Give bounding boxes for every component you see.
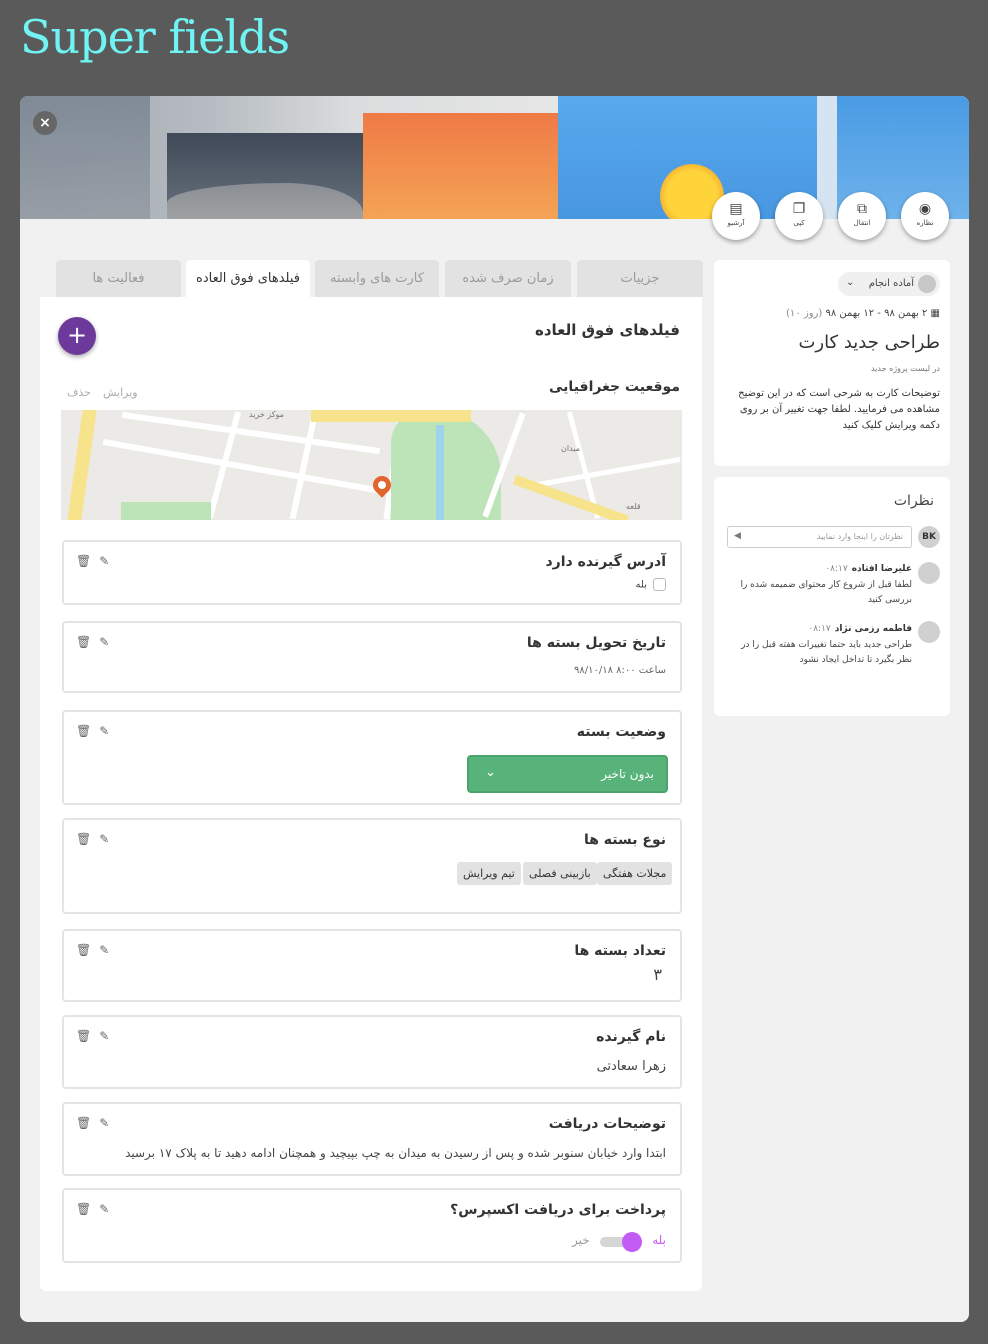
- trash-icon[interactable]: 🗑: [76, 1029, 91, 1043]
- panel-title: فیلدهای فوق العاده: [534, 321, 680, 339]
- trash-icon[interactable]: 🗑: [76, 554, 91, 568]
- tab-related-cards[interactable]: کارت های وابسته: [315, 260, 439, 297]
- field-package-types: نوع بسته ها 🗑 ✎ مجلات هفتگی بازبینی فصلی …: [62, 818, 682, 914]
- card-description[interactable]: توضیحات کارت به شرحی است که در این توضیح…: [730, 386, 940, 434]
- comment-author: فاطمه رزمی نژاد۰۸:۱۷: [808, 624, 912, 634]
- add-field-button[interactable]: +: [58, 317, 96, 355]
- geo-title: موقعیت جغرافیایی: [549, 379, 680, 395]
- eye-icon: ◉: [918, 201, 932, 217]
- tag-item[interactable]: تیم ویرایش: [457, 862, 521, 885]
- tag-item[interactable]: بازبینی فصلی: [523, 862, 597, 885]
- super-fields-panel: فیلدهای فوق العاده + موقعیت جغرافیایی وی…: [40, 297, 702, 1291]
- express-toggle[interactable]: [600, 1232, 644, 1252]
- trash-icon[interactable]: 🗑: [76, 832, 91, 846]
- tab-time-spent[interactable]: زمان صرف شده: [445, 260, 571, 297]
- trash-icon[interactable]: 🗑: [76, 943, 91, 957]
- move-icon: ⧉: [857, 201, 867, 217]
- status-dot: [918, 275, 936, 293]
- page-title: Super fields: [20, 10, 290, 64]
- cover-image: [20, 96, 969, 219]
- comment-text: طراحی جدید باید حتما تغییرات هفته قبل را…: [741, 640, 912, 665]
- toggle-no-label: خیر: [572, 1233, 590, 1247]
- location-map[interactable]: موکز خرید میدان قلعه: [61, 410, 682, 520]
- field-has-address: آدرس گیرنده دارد 🗑 ✎ بله: [62, 540, 682, 605]
- pencil-icon[interactable]: ✎: [99, 943, 109, 957]
- copy-icon: ❐: [792, 201, 806, 217]
- card-dates: (۱۰ روز) ۲ بهمن ۹۸ - ۱۲ بهمن ۹۸ ▦: [786, 308, 940, 319]
- pencil-icon[interactable]: ✎: [99, 554, 109, 568]
- delivery-date: ۹۸/۱۰/۱۸: [573, 665, 613, 676]
- pencil-icon[interactable]: ✎: [99, 724, 109, 738]
- tab-super-fields[interactable]: فیلدهای فوق العاده: [186, 260, 310, 297]
- pencil-icon[interactable]: ✎: [99, 832, 109, 846]
- pencil-icon[interactable]: ✎: [99, 635, 109, 649]
- field-receiver-name: نام گیرنده 🗑 ✎ زهرا سعادتی: [62, 1015, 682, 1089]
- archive-button[interactable]: ▤ آرشیو: [712, 192, 760, 240]
- comment-input[interactable]: نظرتان را اینجا وارد نمایید ◀: [727, 526, 912, 548]
- tab-bar: جزییات زمان صرف شده کارت های وابسته فیلد…: [56, 260, 703, 297]
- comments-title: نظرات: [893, 493, 934, 509]
- tab-details[interactable]: جزییات: [577, 260, 703, 297]
- comments-panel: نظرات BK نظرتان را اینجا وارد نمایید ◀ ع…: [714, 477, 950, 716]
- avatar: [918, 621, 940, 643]
- geo-delete-link[interactable]: حذف: [67, 386, 91, 399]
- move-button[interactable]: ⧉ انتقال: [838, 192, 886, 240]
- field-delivery-date: تاریخ تحویل بسته ها 🗑 ✎ ساعت ۸:۰۰ ۹۸/۱۰/۱…: [62, 621, 682, 693]
- chevron-down-icon: ⌄: [485, 765, 496, 780]
- chevron-down-icon: ⌄: [846, 277, 855, 288]
- archive-icon: ▤: [729, 201, 743, 217]
- geo-edit-link[interactable]: ویرایش: [103, 386, 138, 399]
- calendar-icon: ▦: [930, 308, 940, 319]
- avatar: [918, 562, 940, 584]
- close-button[interactable]: ×: [33, 111, 57, 135]
- card-list-name: در لیست پروژه جدید: [870, 364, 940, 373]
- trash-icon[interactable]: 🗑: [76, 1116, 91, 1130]
- status-dropdown[interactable]: آماده انجام ⌄: [838, 272, 940, 296]
- delivery-time: ساعت ۸:۰۰: [616, 665, 666, 676]
- tab-activities[interactable]: فعالیت ها: [56, 260, 181, 297]
- field-package-count: تعداد بسته ها 🗑 ✎ ۳: [62, 929, 682, 1002]
- trash-icon[interactable]: 🗑: [76, 635, 91, 649]
- field-package-status: وضعیت بسته 🗑 ✎ بدون تاخیر ⌄: [62, 710, 682, 805]
- trash-icon[interactable]: 🗑: [76, 1202, 91, 1216]
- tag-item[interactable]: مجلات هفتگی: [597, 862, 673, 885]
- comment-author: علیرضا افتاده۰۸:۱۷: [825, 564, 912, 574]
- card-info: آماده انجام ⌄ (۱۰ روز) ۲ بهمن ۹۸ - ۱۲ به…: [714, 260, 950, 466]
- trash-icon[interactable]: 🗑: [76, 724, 91, 738]
- comment-text: لطفا قبل از شروع کار محتوای ضمیمه شده را…: [740, 580, 912, 605]
- pencil-icon[interactable]: ✎: [99, 1116, 109, 1130]
- copy-button[interactable]: ❐ کپی: [775, 192, 823, 240]
- card-title[interactable]: طراحی جدید کارت: [798, 332, 940, 353]
- status-select[interactable]: بدون تاخیر ⌄: [467, 755, 668, 793]
- toggle-yes-label: بله: [652, 1233, 666, 1247]
- avatar: BK: [918, 526, 940, 548]
- field-express-payment: پرداخت برای دریافت اکسپرس؟ 🗑 ✎ بله خیر: [62, 1188, 682, 1263]
- pencil-icon[interactable]: ✎: [99, 1202, 109, 1216]
- pencil-icon[interactable]: ✎: [99, 1029, 109, 1043]
- field-delivery-notes: توضیحات دریافت 🗑 ✎ ابتدا وارد خیابان سنوب…: [62, 1102, 682, 1176]
- watch-button[interactable]: ◉ نظاره: [901, 192, 949, 240]
- address-checkbox[interactable]: [653, 578, 666, 591]
- card-modal: × ◉ نظاره ⧉ انتقال ❐ کپی ▤ آرشیو جزییات …: [20, 96, 969, 1322]
- send-icon[interactable]: ◀: [734, 531, 741, 541]
